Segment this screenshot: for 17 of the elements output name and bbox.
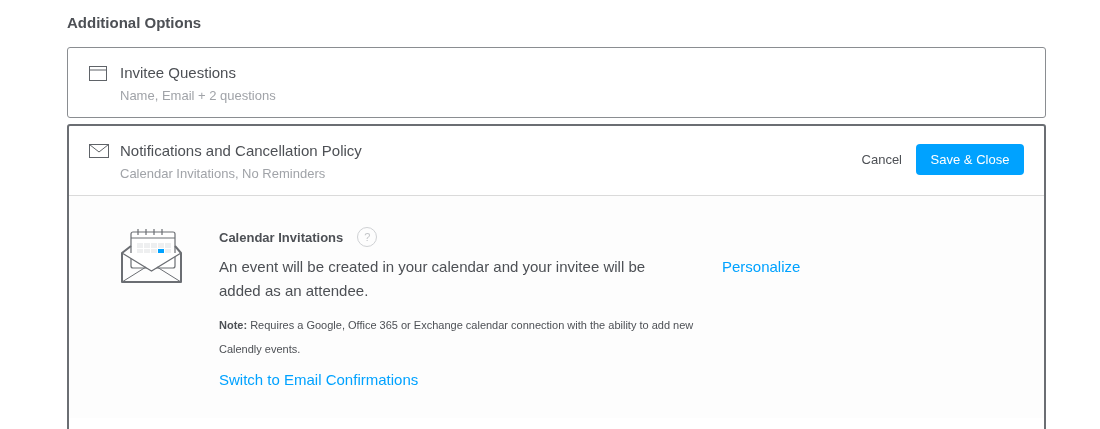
- switch-confirmations-link[interactable]: Switch to Email Confirmations: [219, 371, 419, 388]
- card-title: Invitee Questions: [120, 64, 237, 81]
- options-card[interactable]: Invitee Questions Name, Email + 2 questions: [67, 47, 1046, 118]
- card-summary: Name, Email + 2 questions: [120, 88, 277, 103]
- section-heading: Additional Options: [67, 14, 203, 33]
- save-close-button[interactable]: Save & Close: [916, 144, 1024, 175]
- window-icon: [89, 66, 107, 81]
- calendar-envelope-drawing: [120, 229, 183, 284]
- requirement-note: Note: Requires a Google, Office 365 or Exchange calendar connection with the ability to add new Calendly events.: [219, 318, 695, 357]
- option-title: Calendar Invitations: [219, 229, 344, 245]
- cancel-button[interactable]: Cancel: [861, 148, 902, 171]
- card-title: Notifications and Cancellation Policy: [120, 142, 363, 159]
- personalize-link[interactable]: Personalize: [722, 255, 801, 279]
- option-description: An event will be created in your calendar and your invitee will be added as an attendee.: [219, 257, 647, 301]
- envelope-icon: [89, 144, 109, 158]
- options-card[interactable]: [67, 124, 1046, 429]
- card-summary: Calendar Invitations, No Reminders: [120, 166, 327, 181]
